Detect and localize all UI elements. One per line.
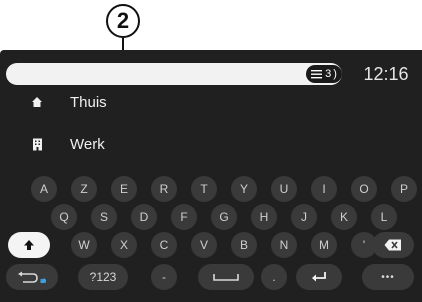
language-switch-button[interactable]: [6, 264, 58, 290]
results-list-button[interactable]: 3 ): [306, 65, 342, 83]
key-d[interactable]: D: [131, 204, 157, 230]
language-switch-icon: [18, 271, 46, 283]
shift-button[interactable]: [8, 232, 50, 258]
key-e[interactable]: E: [111, 176, 137, 202]
key-t[interactable]: T: [191, 176, 217, 202]
key-k[interactable]: K: [331, 204, 357, 230]
key-b[interactable]: B: [231, 232, 257, 258]
key-o[interactable]: O: [351, 176, 377, 202]
home-icon: [26, 96, 48, 108]
key-a[interactable]: A: [31, 176, 57, 202]
suggestion-item-home[interactable]: Thuis: [0, 82, 422, 122]
key-c[interactable]: C: [151, 232, 177, 258]
results-count: 3: [325, 68, 332, 80]
callout-number: 2: [116, 8, 130, 33]
key-w[interactable]: W: [71, 232, 97, 258]
key-i[interactable]: I: [311, 176, 337, 202]
key-z[interactable]: Z: [71, 176, 97, 202]
suggestion-label: Thuis: [70, 93, 107, 111]
enter-icon: [312, 272, 326, 282]
key-p[interactable]: P: [391, 176, 417, 202]
space-bar-button[interactable]: [198, 264, 254, 290]
navigation-screen: 3 ) 12:16 Thuis Werk A Z E R T Y U I O P…: [0, 50, 422, 302]
key-u[interactable]: U: [271, 176, 297, 202]
key-h[interactable]: H: [251, 204, 277, 230]
key-q[interactable]: Q: [51, 204, 77, 230]
chevron-right-icon: ): [333, 68, 337, 80]
key-r[interactable]: R: [151, 176, 177, 202]
key-j[interactable]: J: [291, 204, 317, 230]
key-l[interactable]: L: [371, 204, 397, 230]
space-bar-icon: [213, 274, 239, 281]
key-m[interactable]: M: [311, 232, 337, 258]
key-y[interactable]: Y: [231, 176, 257, 202]
backspace-icon: [384, 239, 401, 251]
key-dash[interactable]: -: [151, 264, 177, 290]
list-icon: [311, 70, 323, 79]
building-icon: [26, 138, 48, 151]
key-dot[interactable]: .: [261, 264, 287, 290]
annotation-callout-number: 2: [106, 4, 140, 38]
enter-button[interactable]: [296, 264, 342, 290]
key-f[interactable]: F: [171, 204, 197, 230]
more-options-button[interactable]: •••: [362, 264, 414, 290]
key-v[interactable]: V: [191, 232, 217, 258]
key-x[interactable]: X: [111, 232, 137, 258]
key-n[interactable]: N: [271, 232, 297, 258]
shift-up-arrow-icon: [24, 240, 34, 250]
suggestion-label: Werk: [70, 135, 105, 153]
suggestion-item-work[interactable]: Werk: [0, 124, 422, 164]
numbers-symbols-button[interactable]: ?123: [78, 264, 128, 290]
key-s[interactable]: S: [91, 204, 117, 230]
backspace-button[interactable]: [372, 232, 414, 258]
key-g[interactable]: G: [211, 204, 237, 230]
